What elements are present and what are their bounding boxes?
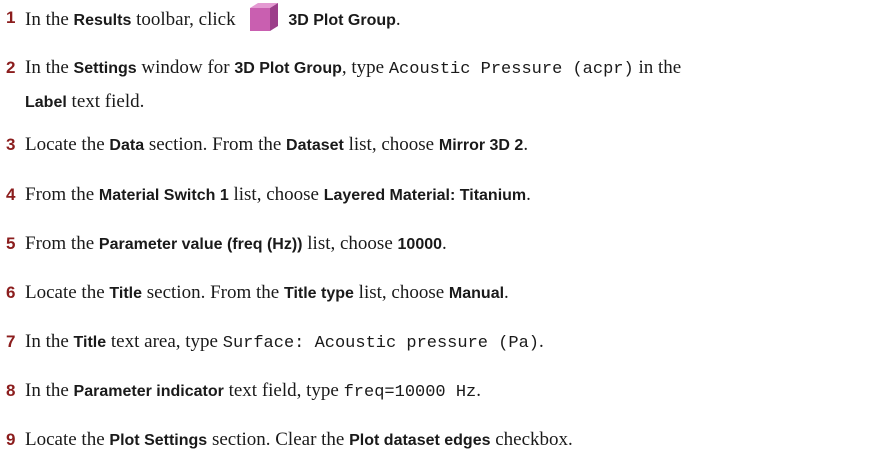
ui-term: Title type xyxy=(283,285,354,302)
instruction-text: text area, type xyxy=(106,331,223,352)
step-text: In the Settings window for 3D Plot Group… xyxy=(25,52,875,119)
step-text: From the Parameter value (freq (Hz)) lis… xyxy=(25,228,875,261)
instruction-text: . xyxy=(395,9,401,30)
instruction-text: . xyxy=(523,134,529,155)
instruction-text: . xyxy=(539,331,544,352)
instruction-text: Locate the xyxy=(25,282,110,303)
code-value: freq=10000 Hz xyxy=(343,383,477,402)
step-text: In the Title text area, type Surface: Ac… xyxy=(25,326,875,360)
instruction-text: From the xyxy=(25,184,99,205)
step-number: 3 xyxy=(6,135,16,154)
instruction-text: in the xyxy=(633,57,682,78)
instruction-text: text field. xyxy=(66,91,145,112)
step-number: 6 xyxy=(6,283,16,302)
ui-term: 3D Plot Group xyxy=(234,60,342,77)
step-number: 2 xyxy=(6,58,16,77)
ui-term: Parameter value (freq (Hz)) xyxy=(98,236,303,253)
ui-term: Label xyxy=(25,94,67,111)
instruction-text: list, choose xyxy=(228,184,324,205)
step-number: 5 xyxy=(6,234,16,253)
instruction-text: list, choose xyxy=(353,282,449,303)
instruction-text: Locate the xyxy=(25,429,110,450)
code-value: Surface: Acoustic pressure (Pa) xyxy=(222,334,540,353)
step-text: Locate the Plot Settings section. Clear … xyxy=(25,424,875,457)
ui-term: Plot dataset edges xyxy=(349,432,491,449)
instruction-text: In the xyxy=(25,380,74,401)
step-text: Locate the Data section. From the Datase… xyxy=(25,129,875,162)
instruction-text: list, choose xyxy=(302,233,398,254)
instruction-text: toolbar, click xyxy=(131,9,241,30)
ui-term: Title xyxy=(73,334,107,351)
code-value: Acoustic Pressure (acpr) xyxy=(388,60,634,79)
instruction-text: section. From the xyxy=(142,282,284,303)
step-number: 1 xyxy=(6,8,16,27)
ui-term: Material Switch 1 xyxy=(98,187,229,204)
instruction-text: From the xyxy=(25,233,99,254)
instruction-text: list, choose xyxy=(343,134,439,155)
ui-term: Title xyxy=(109,285,143,302)
instruction-text: . xyxy=(504,282,509,303)
ui-term: Settings xyxy=(73,60,137,77)
instruction-text: Locate the xyxy=(25,134,110,155)
instruction-text: window for xyxy=(136,57,235,78)
instruction-text: . xyxy=(442,233,447,254)
instruction-text: , type xyxy=(341,57,389,78)
instruction-text: . xyxy=(526,184,531,205)
step-text: In the Results toolbar, click 3D Plot Gr… xyxy=(25,2,875,37)
instruction-text: In the xyxy=(25,57,74,78)
ui-term: Parameter indicator xyxy=(73,383,224,400)
3d-plot-group-icon[interactable] xyxy=(246,2,282,32)
instruction-text: section. From the xyxy=(144,134,287,155)
ui-term: Data xyxy=(109,137,145,154)
instruction-text: In the xyxy=(25,331,74,352)
step-number: 8 xyxy=(6,381,16,400)
step-text: From the Material Switch 1 list, choose … xyxy=(25,179,875,212)
ui-term: Plot Settings xyxy=(109,432,208,449)
ui-term: Mirror 3D 2 xyxy=(438,137,524,154)
step-text: In the Parameter indicator text field, t… xyxy=(25,375,875,409)
step-number: 4 xyxy=(6,185,16,204)
step-number: 9 xyxy=(6,430,16,449)
instruction-text: In the xyxy=(25,9,74,30)
instruction-text: section. Clear the xyxy=(207,429,350,450)
ui-term: 10000 xyxy=(397,236,443,253)
ui-term: Manual xyxy=(448,285,505,302)
ui-term: Layered Material: Titanium xyxy=(323,187,527,204)
ui-term: Dataset xyxy=(286,137,344,154)
instruction-text: text field, type xyxy=(223,380,344,401)
instruction-text: . xyxy=(476,380,481,401)
ui-term: 3D Plot Group xyxy=(288,12,396,29)
instruction-text: checkbox. xyxy=(490,429,573,450)
step-text: Locate the Title section. From the Title… xyxy=(25,277,875,310)
step-number: 7 xyxy=(6,332,16,351)
ui-term: Results xyxy=(73,12,132,29)
